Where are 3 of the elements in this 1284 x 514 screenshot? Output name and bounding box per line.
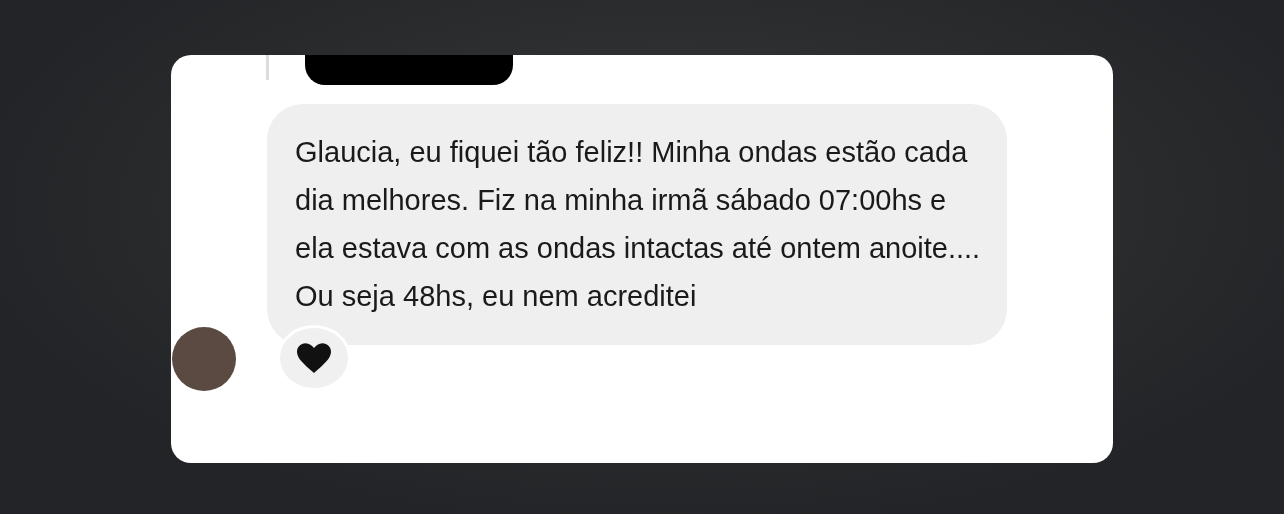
thread-line — [266, 55, 269, 80]
heart-icon — [297, 343, 331, 373]
message-text: Glaucia, eu fiquei tão feliz!! Minha ondas estão cada dia melhores. Fiz na minha irmã sábado 07:00hs e ela estava com as ondas intactas até ontem anoite.... Ou seja 48hs, eu nem acreditei — [295, 135, 982, 314]
